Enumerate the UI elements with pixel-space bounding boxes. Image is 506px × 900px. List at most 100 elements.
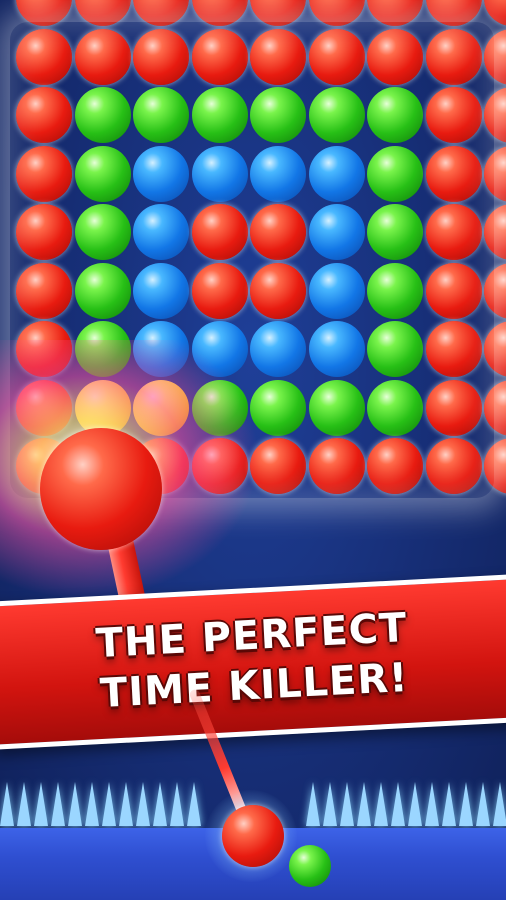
- bubble-green: [367, 321, 423, 377]
- bubble-red: [16, 379, 72, 436]
- bubble-red: [308, 0, 365, 26]
- bubble-red: [74, 28, 131, 85]
- bubble-red: [16, 204, 72, 260]
- bubble-green: [74, 262, 131, 319]
- bubble-blue: [133, 262, 189, 319]
- bubble-green: [74, 145, 131, 202]
- bubble-green: [308, 87, 365, 143]
- bubble-green: [308, 379, 365, 436]
- bubble-red: [367, 0, 423, 26]
- bubble-red: [16, 321, 72, 377]
- bubble-blue: [133, 321, 189, 377]
- spike: [0, 782, 14, 826]
- spike: [187, 782, 201, 826]
- spike: [459, 782, 473, 826]
- bubble-red: [16, 145, 72, 202]
- spike: [102, 782, 116, 826]
- flying-bubble: [40, 428, 162, 550]
- current-bubble[interactable]: [222, 805, 284, 867]
- bubble-red: [191, 438, 248, 494]
- bubble-red: [16, 28, 72, 85]
- bubble-red: [74, 0, 131, 26]
- spike: [34, 782, 48, 826]
- bubble-green: [74, 87, 131, 143]
- bubble-red: [425, 87, 482, 143]
- bubble-green: [367, 87, 423, 143]
- bubble-blue: [250, 145, 306, 202]
- spike: [493, 782, 506, 826]
- bubble-red: [308, 438, 365, 494]
- bubble-blue: [133, 204, 189, 260]
- bubble-red: [425, 204, 482, 260]
- spike: [170, 782, 184, 826]
- bubble-red: [308, 28, 365, 85]
- bubble-red: [484, 204, 506, 260]
- spike: [153, 782, 167, 826]
- bubble-blue: [308, 321, 365, 377]
- bubble-red: [16, 262, 72, 319]
- bubble-green: [74, 204, 131, 260]
- bubble-red: [250, 262, 306, 319]
- spike: [408, 782, 422, 826]
- bubble-red: [250, 0, 306, 26]
- next-bubble[interactable]: [289, 845, 331, 887]
- bubble-red: [250, 204, 306, 260]
- spike: [85, 782, 99, 826]
- bubble-blue: [191, 145, 248, 202]
- bubble-red: [484, 28, 506, 85]
- bubble-green: [367, 379, 423, 436]
- bubble-red: [16, 0, 72, 26]
- spike: [136, 782, 150, 826]
- spikes-left: [0, 782, 204, 830]
- bubble-red: [484, 321, 506, 377]
- banner-text: THE PERFECT TIME KILLER!: [0, 597, 506, 724]
- bubble-red: [191, 262, 248, 319]
- bubble-red: [484, 145, 506, 202]
- bubble-green: [133, 87, 189, 143]
- spike: [119, 782, 133, 826]
- spike: [68, 782, 82, 826]
- spikes-right: [306, 782, 506, 830]
- bubble-red: [425, 28, 482, 85]
- spike: [17, 782, 31, 826]
- bubble-red: [133, 0, 189, 26]
- bubble-green: [191, 379, 248, 436]
- bubble-red: [191, 28, 248, 85]
- bubble-green: [74, 321, 131, 377]
- spike: [374, 782, 388, 826]
- bubble-red: [191, 204, 248, 260]
- bubble-red: [16, 87, 72, 143]
- bubble-red: [425, 262, 482, 319]
- bubble-blue: [191, 321, 248, 377]
- bubble-blue: [308, 204, 365, 260]
- spike: [51, 782, 65, 826]
- promo-banner: THE PERFECT TIME KILLER!: [0, 574, 506, 750]
- bubble-red: [191, 0, 248, 26]
- bubble-red: [425, 0, 482, 26]
- bubble-yellow: [133, 379, 189, 436]
- bubble-green: [367, 204, 423, 260]
- bubble-red: [367, 28, 423, 85]
- bubble-red: [250, 438, 306, 494]
- spike: [442, 782, 456, 826]
- spike: [391, 782, 405, 826]
- game-stage[interactable]: THE PERFECT TIME KILLER!: [0, 0, 506, 900]
- bubble-blue: [308, 262, 365, 319]
- bubble-red: [425, 321, 482, 377]
- spike: [323, 782, 337, 826]
- bubble-blue: [133, 145, 189, 202]
- bubble-green: [191, 87, 248, 143]
- bubble-green: [250, 379, 306, 436]
- bubble-red: [425, 145, 482, 202]
- bubble-red: [484, 87, 506, 143]
- bubble-green: [250, 87, 306, 143]
- bubble-red: [425, 438, 482, 494]
- bubble-blue: [308, 145, 365, 202]
- bubble-green: [367, 262, 423, 319]
- bubble-red: [367, 438, 423, 494]
- spike: [306, 782, 320, 826]
- bubble-red: [425, 379, 482, 436]
- bubble-red: [484, 262, 506, 319]
- spike: [357, 782, 371, 826]
- bubble-red: [484, 438, 506, 494]
